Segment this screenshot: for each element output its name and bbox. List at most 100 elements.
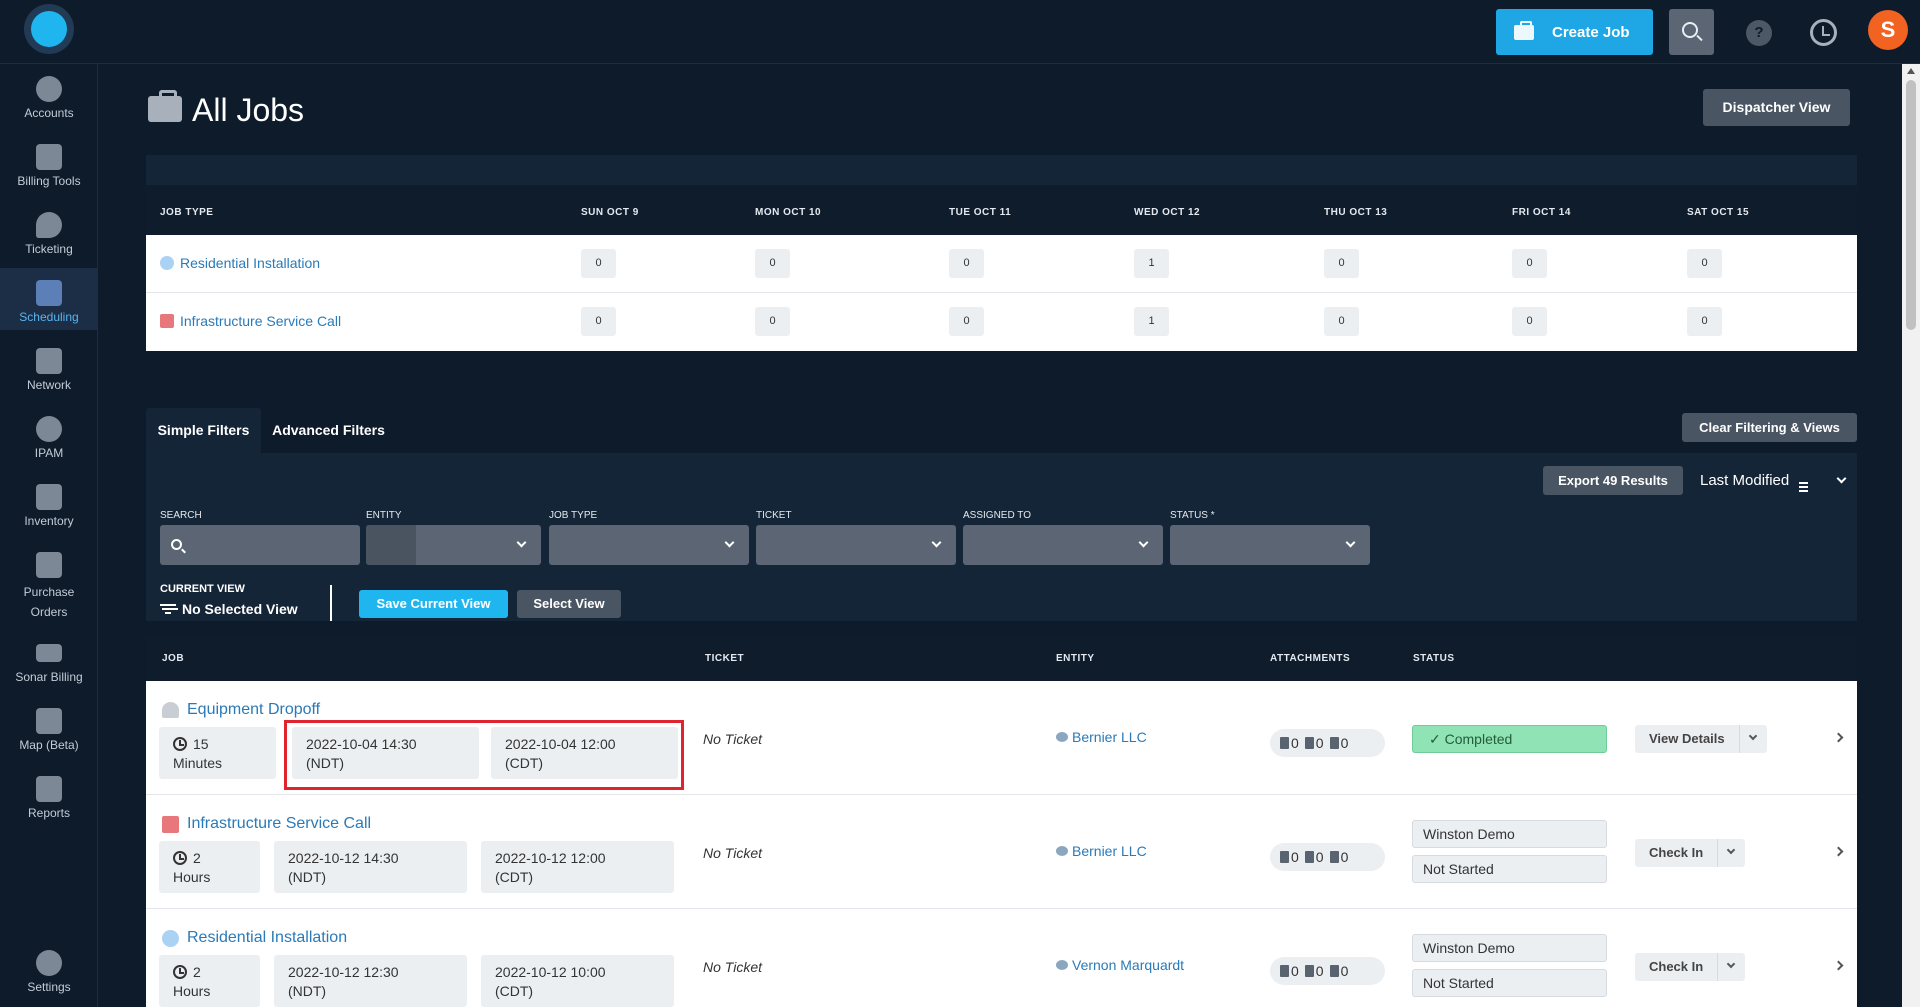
day-count[interactable]: 0 xyxy=(1324,249,1359,278)
sidebar-item-accounts[interactable]: Accounts xyxy=(0,70,98,126)
job-type-label: Residential Installation xyxy=(180,255,321,271)
duration-value: 2 xyxy=(193,964,201,980)
entity-type-select[interactable] xyxy=(366,525,416,565)
day-count[interactable]: 0 xyxy=(1687,307,1722,336)
search-input[interactable] xyxy=(160,525,360,565)
sidebar-item-label: Reports xyxy=(27,806,71,820)
entity-icon xyxy=(1056,732,1068,742)
notes-icon xyxy=(1304,851,1314,863)
day-count[interactable]: 1 xyxy=(1134,307,1169,336)
report-icon xyxy=(36,776,62,802)
global-search-button[interactable] xyxy=(1669,9,1714,55)
sort-dropdown[interactable]: Last Modified xyxy=(1700,472,1847,489)
chevron-right-icon[interactable] xyxy=(1833,846,1844,857)
day-count[interactable]: 0 xyxy=(1512,307,1547,336)
clear-filtering-button[interactable]: Clear Filtering & Views xyxy=(1682,413,1857,442)
sidebar-item-ticketing[interactable]: Ticketing xyxy=(0,206,98,262)
scroll-thumb[interactable] xyxy=(1906,80,1916,330)
entity-link[interactable]: Vernon Marquardt xyxy=(1056,957,1184,973)
assigned-to-select[interactable] xyxy=(963,525,1163,565)
time-value: 2022-10-12 14:30 xyxy=(288,850,399,866)
action-dropdown-toggle[interactable] xyxy=(1738,725,1767,753)
assigned-to-value[interactable]: Winston Demo xyxy=(1412,934,1607,962)
start-time-ndt: 2022-10-12 12:30 (NDT) xyxy=(274,955,467,1007)
day-count[interactable]: 0 xyxy=(949,249,984,278)
sidebar-item-network[interactable]: Network xyxy=(0,342,98,398)
sidebar-item-reports[interactable]: Reports xyxy=(0,770,98,826)
entity-select[interactable] xyxy=(366,525,541,565)
page-scrollbar[interactable] xyxy=(1902,64,1920,1007)
current-view-label: CURRENT VIEW xyxy=(160,583,245,595)
table-row: Equipment Dropoff 15 Minutes 2022-10-04 … xyxy=(146,681,1857,795)
check-in-button[interactable]: Check In xyxy=(1635,839,1717,867)
view-details-button[interactable]: View Details xyxy=(1635,725,1739,753)
status-value[interactable]: Not Started xyxy=(1412,969,1607,997)
job-title: Residential Installation xyxy=(187,929,348,946)
day-count[interactable]: 0 xyxy=(755,249,790,278)
sidebar-item-label: Map (Beta) xyxy=(19,738,79,752)
assigned-to-value[interactable]: Winston Demo xyxy=(1412,820,1607,848)
check-in-button[interactable]: Check In xyxy=(1635,953,1717,981)
day-count[interactable]: 0 xyxy=(581,307,616,336)
user-avatar[interactable]: S xyxy=(1868,10,1908,50)
job-type-link[interactable]: Residential Installation xyxy=(160,255,320,271)
sidebar-item-settings[interactable]: Settings xyxy=(0,944,98,1000)
column-header-status: STATUS xyxy=(1413,653,1455,664)
chevron-right-icon[interactable] xyxy=(1833,960,1844,971)
sidebar-item-label: Inventory xyxy=(24,514,74,528)
file-icon xyxy=(1329,851,1339,863)
job-title-link[interactable]: Residential Installation xyxy=(162,929,347,947)
day-count[interactable]: 1 xyxy=(1134,249,1169,278)
help-icon[interactable]: ? xyxy=(1746,20,1772,46)
job-title-link[interactable]: Equipment Dropoff xyxy=(162,701,320,719)
sidebar-item-label: Sonar Billing xyxy=(15,670,83,684)
user-icon xyxy=(36,76,62,102)
ticket-select[interactable] xyxy=(756,525,956,565)
day-count[interactable]: 0 xyxy=(1687,249,1722,278)
attachment-count: 0 xyxy=(1291,735,1299,751)
sidebar-item-billing-tools[interactable]: Billing Tools xyxy=(0,138,98,194)
day-count[interactable]: 0 xyxy=(1512,249,1547,278)
sidebar-item-purchase-orders[interactable]: Purchase Orders xyxy=(0,546,98,622)
entity-name: Bernier LLC xyxy=(1072,729,1147,745)
time-value: 2022-10-12 12:30 xyxy=(288,964,399,980)
save-current-view-button[interactable]: Save Current View xyxy=(359,590,508,618)
sort-order-icon[interactable] xyxy=(1799,482,1808,484)
day-count[interactable]: 0 xyxy=(1324,307,1359,336)
export-results-button[interactable]: Export 49 Results xyxy=(1543,466,1683,495)
day-count[interactable]: 0 xyxy=(755,307,790,336)
job-title-link[interactable]: Infrastructure Service Call xyxy=(162,815,371,833)
clipboard-icon xyxy=(1280,851,1289,863)
action-dropdown-toggle[interactable] xyxy=(1717,839,1745,867)
job-type-select[interactable] xyxy=(549,525,749,565)
dispatcher-view-button[interactable]: Dispatcher View xyxy=(1703,89,1850,126)
clipboard-icon xyxy=(1280,737,1289,749)
tab-simple-filters[interactable]: Simple Filters xyxy=(146,408,261,453)
scroll-up-icon[interactable] xyxy=(1907,68,1915,74)
entity-link[interactable]: Bernier LLC xyxy=(1056,843,1147,859)
chevron-down-icon xyxy=(1345,537,1356,548)
status-select[interactable] xyxy=(1170,525,1370,565)
create-job-button[interactable]: Create Job xyxy=(1496,9,1653,55)
status-value[interactable]: Not Started xyxy=(1412,855,1607,883)
chevron-right-icon[interactable] xyxy=(1833,732,1844,743)
network-icon xyxy=(36,348,62,374)
logo[interactable] xyxy=(24,4,74,54)
sidebar-item-map[interactable]: Map (Beta) xyxy=(0,702,98,758)
sidebar-item-sonar-billing[interactable]: Sonar Billing xyxy=(0,634,98,690)
sidebar-item-inventory[interactable]: Inventory xyxy=(0,478,98,534)
job-type-link[interactable]: Infrastructure Service Call xyxy=(160,313,341,329)
action-dropdown-toggle[interactable] xyxy=(1717,953,1745,981)
select-view-button[interactable]: Select View xyxy=(517,590,621,618)
history-icon[interactable] xyxy=(1810,19,1837,46)
chevron-down-icon xyxy=(1138,537,1149,548)
ticket-value: No Ticket xyxy=(703,731,763,747)
day-count[interactable]: 0 xyxy=(581,249,616,278)
sidebar-item-scheduling[interactable]: Scheduling xyxy=(0,268,98,330)
sidebar-item-ipam[interactable]: IPAM xyxy=(0,410,98,466)
notes-icon xyxy=(1304,737,1314,749)
job-title: Equipment Dropoff xyxy=(187,701,321,718)
day-count[interactable]: 0 xyxy=(949,307,984,336)
entity-link[interactable]: Bernier LLC xyxy=(1056,729,1147,745)
tab-advanced-filters[interactable]: Advanced Filters xyxy=(261,408,396,453)
